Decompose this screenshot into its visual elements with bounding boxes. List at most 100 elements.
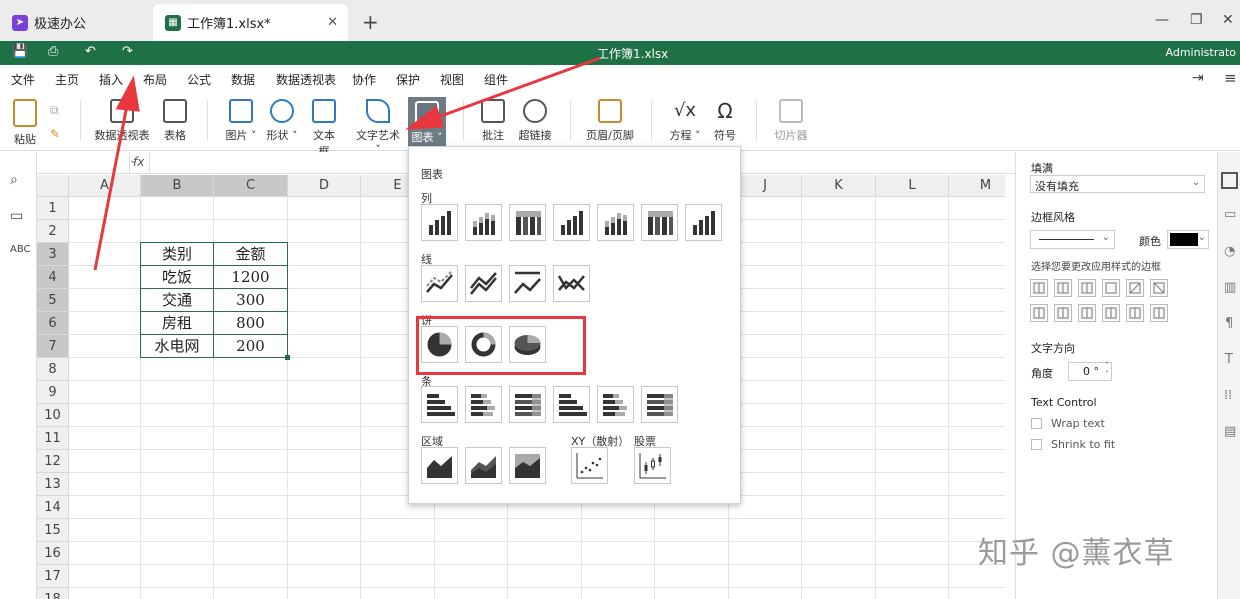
- table-header-cell[interactable]: 金额: [214, 243, 288, 266]
- row-header[interactable]: 3: [37, 243, 69, 266]
- row-header[interactable]: 7: [37, 335, 69, 358]
- menu-insert[interactable]: 插入: [99, 71, 124, 93]
- save-icon[interactable]: 💾: [12, 44, 28, 59]
- hamburger-icon[interactable]: ≡: [1224, 69, 1237, 87]
- column-header[interactable]: M: [949, 175, 1005, 197]
- border-color-picker[interactable]: ⌄: [1167, 230, 1209, 249]
- right-border-icon[interactable]: [1078, 304, 1096, 322]
- menu-file[interactable]: 文件: [11, 71, 35, 88]
- equation-button[interactable]: √x 方程 ˅: [668, 99, 702, 143]
- table-cell[interactable]: 1200: [214, 266, 288, 289]
- table-header-cell[interactable]: 类别: [141, 243, 214, 266]
- minimize-icon[interactable]: —: [1155, 12, 1169, 28]
- pivot-table-button[interactable]: 数据透视表: [94, 99, 150, 143]
- table-cell[interactable]: 房租: [141, 312, 214, 335]
- outer-border-icon[interactable]: [1102, 279, 1120, 297]
- undo-icon[interactable]: ↶: [85, 44, 96, 59]
- menu-protect[interactable]: 保护: [396, 71, 420, 88]
- menu-home[interactable]: 主页: [55, 71, 79, 88]
- paste-button[interactable]: 粘贴: [10, 99, 40, 147]
- row-header[interactable]: 8: [37, 358, 69, 381]
- area-chart-option[interactable]: [509, 447, 546, 484]
- column-chart-option[interactable]: [421, 204, 458, 241]
- column-header[interactable]: L: [876, 175, 949, 197]
- copy-icon[interactable]: ⧉: [50, 103, 59, 118]
- search-icon[interactable]: ⌕: [10, 172, 18, 188]
- textbox-button[interactable]: 文本框: [308, 99, 340, 159]
- shrink-to-fit-checkbox[interactable]: [1031, 439, 1042, 450]
- restore-icon[interactable]: ❐: [1190, 12, 1203, 28]
- new-tab-icon[interactable]: +: [362, 10, 379, 34]
- shape-button[interactable]: 形状 ˅: [266, 99, 298, 143]
- close-window-icon[interactable]: ✕: [1222, 12, 1234, 28]
- fill-handle[interactable]: [285, 355, 290, 360]
- diagonal-down-icon[interactable]: [1150, 279, 1168, 297]
- menu-view[interactable]: 视图: [440, 71, 464, 88]
- line-chart-option[interactable]: [421, 265, 458, 302]
- tab-home[interactable]: ➤ 极速办公: [0, 4, 150, 41]
- menu-components[interactable]: 组件: [484, 71, 508, 88]
- table-button[interactable]: 表格: [162, 99, 188, 143]
- row-header[interactable]: 6: [37, 312, 69, 335]
- diagonal-up-icon[interactable]: [1126, 279, 1144, 297]
- redo-icon[interactable]: ↷: [122, 44, 133, 59]
- open-location-icon[interactable]: ⇥: [1192, 70, 1204, 86]
- left-border-icon[interactable]: [1030, 304, 1048, 322]
- bar-chart-option[interactable]: [465, 386, 502, 423]
- fill-select[interactable]: 没有填充 ⌄: [1030, 175, 1205, 193]
- column-chart-option[interactable]: [685, 204, 722, 241]
- inner-borders-icon[interactable]: [1054, 279, 1072, 297]
- pivot-settings-icon[interactable]: ⁞⁞: [1224, 388, 1232, 403]
- wrap-text-checkbox[interactable]: [1031, 418, 1042, 429]
- border-line-select[interactable]: ⌄: [1030, 230, 1115, 249]
- row-header[interactable]: 1: [37, 197, 69, 220]
- menu-formula[interactable]: 公式: [187, 71, 211, 88]
- chart-settings-icon[interactable]: ▥: [1224, 280, 1236, 295]
- tab-workbook[interactable]: ▦ 工作簿1.xlsx* ✕: [153, 4, 348, 41]
- column-chart-option[interactable]: [509, 204, 546, 241]
- column-chart-option[interactable]: [597, 204, 634, 241]
- menu-collab[interactable]: 协作: [352, 71, 376, 88]
- column-header[interactable]: B: [141, 175, 214, 197]
- column-chart-option[interactable]: [641, 204, 678, 241]
- row-header[interactable]: 16: [37, 542, 69, 565]
- area-chart-option[interactable]: [421, 447, 458, 484]
- table-cell[interactable]: 300: [214, 289, 288, 312]
- table-cell[interactable]: 800: [214, 312, 288, 335]
- header-footer-button[interactable]: 页眉/页脚: [586, 99, 634, 143]
- row-header[interactable]: 11: [37, 427, 69, 450]
- stepper-up-icon[interactable]: ˄: [1105, 361, 1109, 370]
- stepper-down-icon[interactable]: ˅: [1105, 370, 1109, 379]
- symbol-button[interactable]: Ω 符号: [712, 99, 738, 143]
- inside-borders-icon[interactable]: [1078, 279, 1096, 297]
- table-cell[interactable]: 水电网: [141, 335, 214, 358]
- column-header[interactable]: A: [69, 175, 141, 197]
- bar-chart-option[interactable]: [553, 386, 590, 423]
- format-painter-icon[interactable]: ✎: [50, 127, 60, 141]
- spellcheck-icon[interactable]: ABC: [10, 244, 31, 255]
- row-header[interactable]: 13: [37, 473, 69, 496]
- bar-chart-option[interactable]: [641, 386, 678, 423]
- all-borders-icon[interactable]: [1030, 279, 1048, 297]
- bar-chart-option[interactable]: [509, 386, 546, 423]
- scatter-chart-option[interactable]: [571, 447, 608, 484]
- text-art-icon[interactable]: T: [1225, 352, 1233, 367]
- menu-data[interactable]: 数据: [231, 71, 255, 88]
- row-header[interactable]: 9: [37, 381, 69, 404]
- wordart-button[interactable]: 文字艺术 ˅: [352, 99, 404, 156]
- area-chart-option[interactable]: [465, 447, 502, 484]
- print-icon[interactable]: ⎙: [48, 44, 58, 59]
- column-header[interactable]: C: [214, 175, 288, 197]
- chart-button[interactable]: 图表 ˅: [408, 97, 446, 149]
- column-header[interactable]: K: [802, 175, 876, 197]
- bottom-border-icon[interactable]: [1150, 304, 1168, 322]
- comment-icon[interactable]: ▭: [10, 208, 23, 224]
- table-cell[interactable]: 交通: [141, 289, 214, 312]
- column-chart-option[interactable]: [465, 204, 502, 241]
- menu-pivot[interactable]: 数据透视表: [276, 71, 336, 88]
- table-cell[interactable]: 吃饭: [141, 266, 214, 289]
- row-header[interactable]: 5: [37, 289, 69, 312]
- stock-chart-option[interactable]: [634, 447, 671, 484]
- image-settings-icon[interactable]: ▭: [1224, 207, 1236, 222]
- cell-settings-icon[interactable]: [1221, 172, 1238, 189]
